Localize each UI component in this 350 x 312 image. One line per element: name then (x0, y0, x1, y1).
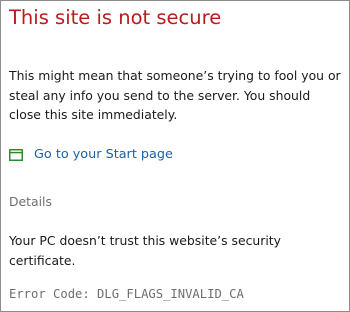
details-toggle[interactable]: Details (9, 193, 52, 211)
security-warning-page: This site is not secure This might mean … (0, 0, 350, 312)
browser-window-icon (9, 149, 23, 161)
warning-message: This might mean that someone’s trying to… (9, 68, 341, 122)
details-text: Your PC doesn’t trust this website’s sec… (9, 233, 281, 268)
go-to-start-page-link[interactable]: Go to your Start page (9, 146, 173, 164)
error-code: Error Code: DLG_FLAGS_INVALID_CA (9, 287, 244, 301)
start-link-label: Go to your Start page (34, 147, 173, 162)
page-title: This site is not secure (9, 6, 222, 29)
